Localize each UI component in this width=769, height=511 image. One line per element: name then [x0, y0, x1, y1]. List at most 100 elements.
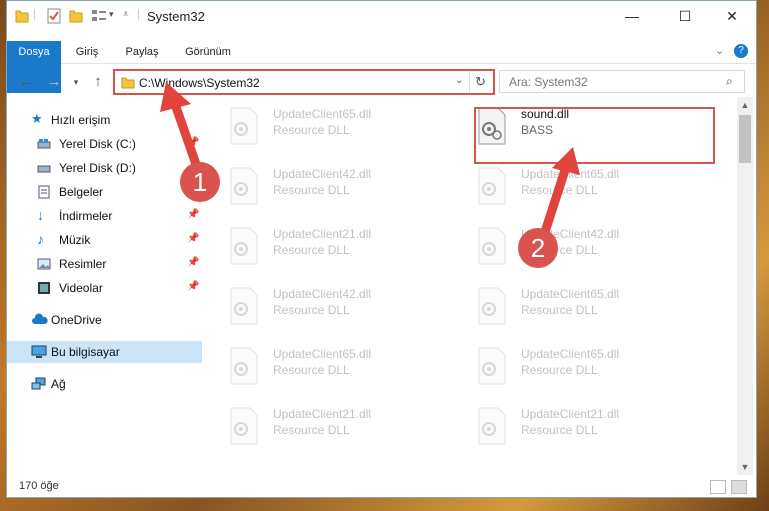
title-bar: | ▾ ⩡ | System32 — ☐ ✕ [7, 1, 756, 31]
pin-icon: 📌 [187, 281, 200, 292]
scroll-down-icon[interactable]: ▼ [737, 459, 753, 475]
tab-view[interactable]: Görünüm [175, 41, 241, 63]
file-type: Resource DLL [521, 423, 598, 437]
window-title: System32 [147, 9, 205, 24]
tab-home[interactable]: Giriş [65, 41, 109, 63]
dll-file-icon [478, 407, 506, 445]
large-icons-view-icon[interactable] [731, 480, 747, 494]
nav-item-label: İndirmeler [59, 209, 113, 223]
nav-item-label: Yerel Disk (D:) [59, 161, 136, 175]
star-icon: ★ [31, 111, 43, 126]
search-box[interactable]: Ara: System32 ⌕ [499, 70, 745, 93]
nav-item-drive-d[interactable]: Yerel Disk (D:) [7, 157, 202, 179]
cloud-icon [32, 313, 48, 324]
view-options-icon[interactable] [91, 8, 107, 24]
dll-file-icon [230, 347, 258, 385]
drive-icon [37, 165, 51, 173]
nav-item-label: Yerel Disk (C:) [59, 137, 136, 151]
customize-toolbar-icon[interactable]: ⩡ [123, 9, 129, 25]
file-item[interactable]: UpdateClient42.dll Resource DLL [207, 161, 437, 213]
file-item[interactable]: UpdateClient65.dll Resource DLL [207, 341, 437, 393]
video-icon [38, 282, 50, 294]
pin-icon: 📌 [187, 257, 200, 268]
drive-icon [37, 139, 51, 149]
nav-item-videos[interactable]: Videolar 📌 [7, 277, 202, 299]
separator: | [137, 7, 141, 21]
nav-item-quick-access[interactable]: ★ Hızlı erişim [7, 109, 202, 131]
tab-share[interactable]: Paylaş [117, 41, 167, 63]
close-button[interactable]: ✕ [709, 1, 755, 31]
dll-file-icon [230, 227, 258, 265]
file-item[interactable]: UpdateClient65.dll Resource DLL [455, 281, 685, 333]
nav-item-this-pc[interactable]: Bu bilgisayar [7, 341, 202, 363]
dll-file-icon [478, 167, 506, 205]
nav-item-label: OneDrive [51, 313, 102, 327]
address-path: C:\Windows\System32 [139, 76, 260, 90]
nav-item-drive-c[interactable]: Yerel Disk (C:) 📌 [7, 133, 202, 155]
separator: | [33, 7, 37, 21]
nav-item-music[interactable]: ♪ Müzik 📌 [7, 229, 202, 251]
dll-file-icon [230, 107, 258, 145]
music-icon: ♪ [37, 231, 44, 247]
nav-item-label: Müzik [59, 233, 91, 247]
pin-icon: 📌 [187, 137, 200, 148]
file-item[interactable]: UpdateClient65.dll Resource DLL [455, 341, 685, 393]
network-icon [31, 377, 46, 390]
minimize-button[interactable]: — [609, 1, 655, 31]
address-dropdown-icon[interactable]: ⌄ [455, 75, 463, 86]
highlight-box [474, 107, 715, 164]
step-2-badge: 2 [518, 228, 558, 268]
file-item[interactable]: UpdateClient65.dll Resource DLL [207, 101, 437, 153]
file-item[interactable]: UpdateClient42.dll Resource DLL [455, 221, 685, 273]
properties-icon[interactable] [47, 8, 61, 24]
maximize-button[interactable]: ☐ [662, 1, 708, 31]
new-folder-icon[interactable] [69, 8, 83, 24]
file-type: Resource DLL [521, 183, 598, 197]
scrollbar-thumb[interactable] [739, 115, 751, 163]
dll-file-icon [230, 287, 258, 325]
file-type: Resource DLL [273, 123, 350, 137]
file-name: UpdateClient21.dll [273, 227, 372, 241]
file-name: UpdateClient42.dll [273, 167, 372, 181]
file-name: UpdateClient65.dll [521, 287, 620, 301]
nav-item-network[interactable]: Ağ [7, 373, 202, 395]
recent-locations-icon[interactable]: ▾ [67, 73, 85, 91]
chevron-down-icon[interactable]: ▾ [109, 9, 114, 25]
address-bar[interactable]: C:\Windows\System32 ⌄ ↻ [113, 69, 495, 95]
up-button[interactable]: ↑ [89, 73, 107, 91]
item-count: 170 öğe [19, 480, 59, 492]
scroll-up-icon[interactable]: ▲ [737, 97, 753, 113]
file-item[interactable]: UpdateClient21.dll Resource DLL [207, 221, 437, 273]
divider [469, 71, 470, 93]
nav-item-downloads[interactable]: ↓ İndirmeler 📌 [7, 205, 202, 227]
navigation-pane: ★ Hızlı erişim Yerel Disk (C:) 📌 Yerel D… [7, 103, 202, 463]
back-button[interactable]: ← [17, 73, 35, 91]
file-item[interactable]: UpdateClient21.dll Resource DLL [455, 401, 685, 453]
nav-item-label: Resimler [59, 257, 107, 271]
nav-item-pictures[interactable]: Resimler 📌 [7, 253, 202, 275]
search-placeholder: Ara: System32 [509, 75, 588, 89]
file-name: UpdateClient42.dll [273, 287, 372, 301]
file-type: Resource DLL [273, 183, 350, 197]
file-item[interactable]: UpdateClient42.dll Resource DLL [207, 281, 437, 333]
refresh-icon[interactable]: ↻ [475, 74, 486, 90]
file-name: UpdateClient65.dll [273, 347, 372, 361]
search-icon[interactable]: ⌕ [726, 74, 733, 89]
ribbon-expand-icon[interactable]: ⌄ [715, 44, 724, 57]
vertical-scrollbar[interactable]: ▲ ▼ [737, 97, 753, 475]
dll-file-icon [478, 287, 506, 325]
dll-file-icon [478, 347, 506, 385]
dll-file-icon [230, 407, 258, 445]
document-icon [38, 185, 50, 199]
forward-button[interactable]: → [45, 73, 63, 91]
nav-item-documents[interactable]: Belgeler 📌 [7, 181, 202, 203]
dll-file-icon [230, 167, 258, 205]
pin-icon: 📌 [187, 209, 200, 220]
details-view-icon[interactable] [710, 480, 726, 494]
nav-item-onedrive[interactable]: OneDrive [7, 309, 202, 331]
file-item[interactable]: UpdateClient21.dll Resource DLL [207, 401, 437, 453]
help-icon[interactable]: ? [734, 44, 748, 58]
pictures-icon [37, 258, 51, 270]
file-item[interactable]: UpdateClient65.dll Resource DLL [455, 161, 685, 213]
nav-item-label: Belgeler [59, 185, 104, 199]
